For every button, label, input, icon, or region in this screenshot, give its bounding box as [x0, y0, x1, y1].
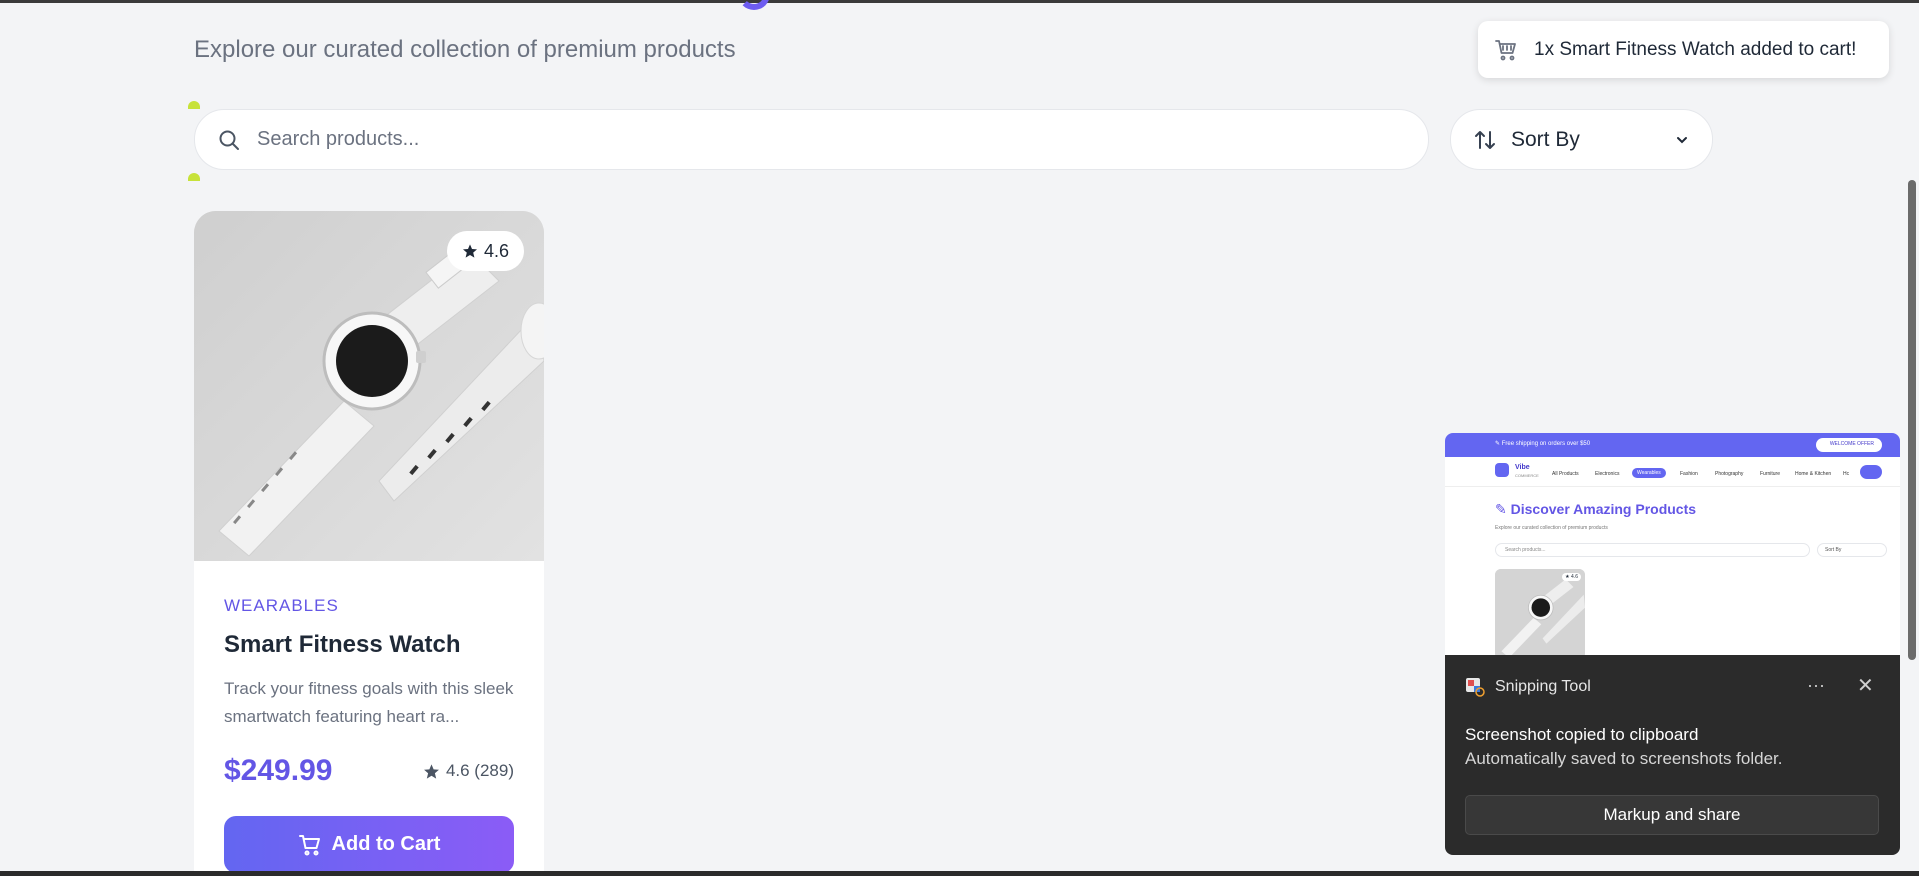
- product-description: Track your fitness goals with this sleek…: [224, 679, 514, 726]
- cursor-marker-dot: [188, 101, 200, 109]
- window-top-border: [0, 0, 1919, 3]
- thumb-nav-item: Photography: [1715, 471, 1744, 477]
- product-category: WEARABLES: [224, 596, 339, 615]
- cart-icon: [1495, 39, 1516, 60]
- rating-badge: 4.6: [446, 231, 524, 271]
- notification-app-name: Snipping Tool: [1495, 678, 1591, 695]
- cart-icon: [298, 834, 320, 855]
- thumb-rating-badge: ★ 4.6: [1562, 573, 1581, 581]
- close-icon[interactable]: ✕: [1857, 673, 1874, 698]
- thumb-nav-item-active: Wearables: [1632, 468, 1666, 478]
- thumb-offer-pill-text: WELCOME OFFER: [1829, 441, 1874, 447]
- notification-title: Screenshot copied to clipboard: [1465, 725, 1699, 744]
- page-subtitle: Explore our curated collection of premiu…: [194, 36, 736, 63]
- thumb-cart-button: [1860, 465, 1882, 479]
- sort-label: Sort By: [1511, 127, 1580, 151]
- star-icon: [424, 763, 439, 779]
- thumb-search-placeholder: Search products...: [1505, 547, 1546, 553]
- add-to-cart-label: Add to Cart: [331, 833, 441, 855]
- product-rating: 4.6 (289): [423, 761, 514, 781]
- thumb-logo-title: Vibe: [1515, 464, 1530, 471]
- search-icon: [219, 130, 239, 150]
- thumb-nav-item: Furniture: [1760, 471, 1781, 477]
- search-bar[interactable]: [194, 109, 1429, 170]
- sort-dropdown[interactable]: Sort By: [1450, 109, 1713, 170]
- page-scrollbar[interactable]: [1908, 180, 1916, 660]
- star-icon: [462, 244, 477, 258]
- page-heading-fragment: [738, 0, 770, 10]
- add-to-cart-button[interactable]: Add to Cart: [224, 816, 514, 873]
- toast-message: 1x Smart Fitness Watch added to cart!: [1534, 38, 1857, 60]
- product-card[interactable]: 4.6 WEARABLES Smart Fitness Watch Track …: [194, 211, 544, 876]
- thumb-nav: Vibe COMMERCE All Products Electronics W…: [1445, 457, 1900, 487]
- thumb-product-card: ★ 4.6: [1495, 569, 1585, 655]
- thumb-nav-item: Electronics: [1595, 471, 1620, 477]
- thumb-logo-subtitle: COMMERCE: [1515, 473, 1539, 478]
- thumb-nav-item: All Products: [1552, 471, 1579, 477]
- snipping-tool-notification[interactable]: Snipping Tool ··· ✕ Screenshot copied to…: [1445, 655, 1900, 855]
- product-title[interactable]: Smart Fitness Watch: [224, 631, 461, 659]
- cart-toast: 1x Smart Fitness Watch added to cart!: [1478, 21, 1889, 78]
- thumb-sort-label: Sort By: [1825, 547, 1842, 553]
- thumb-watch-illustration: [1495, 569, 1585, 655]
- markup-and-share-button[interactable]: Markup and share: [1465, 795, 1879, 835]
- search-input[interactable]: [257, 128, 1357, 151]
- sort-arrows-icon: [1475, 130, 1495, 149]
- thumb-banner-text: ✎ Free shipping on orders over $50: [1495, 441, 1591, 447]
- thumb-nav-item: Fashion: [1680, 471, 1698, 477]
- rating-badge-value: 4.6: [483, 240, 509, 261]
- screenshot-thumbnail[interactable]: ✎ Free shipping on orders over $50 WELCO…: [1445, 433, 1900, 655]
- thumb-heading: ✎ Discover Amazing Products: [1495, 501, 1697, 517]
- taskbar-edge: [0, 871, 1919, 876]
- product-rating-text: 4.6 (289): [445, 761, 514, 780]
- thumb-logo-icon: [1495, 463, 1509, 477]
- thumb-nav-item: Hc: [1843, 471, 1850, 477]
- thumb-subheading: Explore our curated collection of premiu…: [1495, 525, 1608, 531]
- product-image[interactable]: 4.6: [194, 211, 544, 561]
- cursor-marker-dot: [188, 173, 200, 181]
- notification-body: Automatically saved to screenshots folde…: [1465, 749, 1783, 768]
- product-price: $249.99: [224, 754, 333, 787]
- snipping-tool-icon: [1466, 678, 1485, 697]
- more-options-icon[interactable]: ···: [1807, 675, 1825, 696]
- chevron-down-icon: [1677, 136, 1687, 143]
- thumb-nav-item: Home & Kitchen: [1795, 471, 1832, 477]
